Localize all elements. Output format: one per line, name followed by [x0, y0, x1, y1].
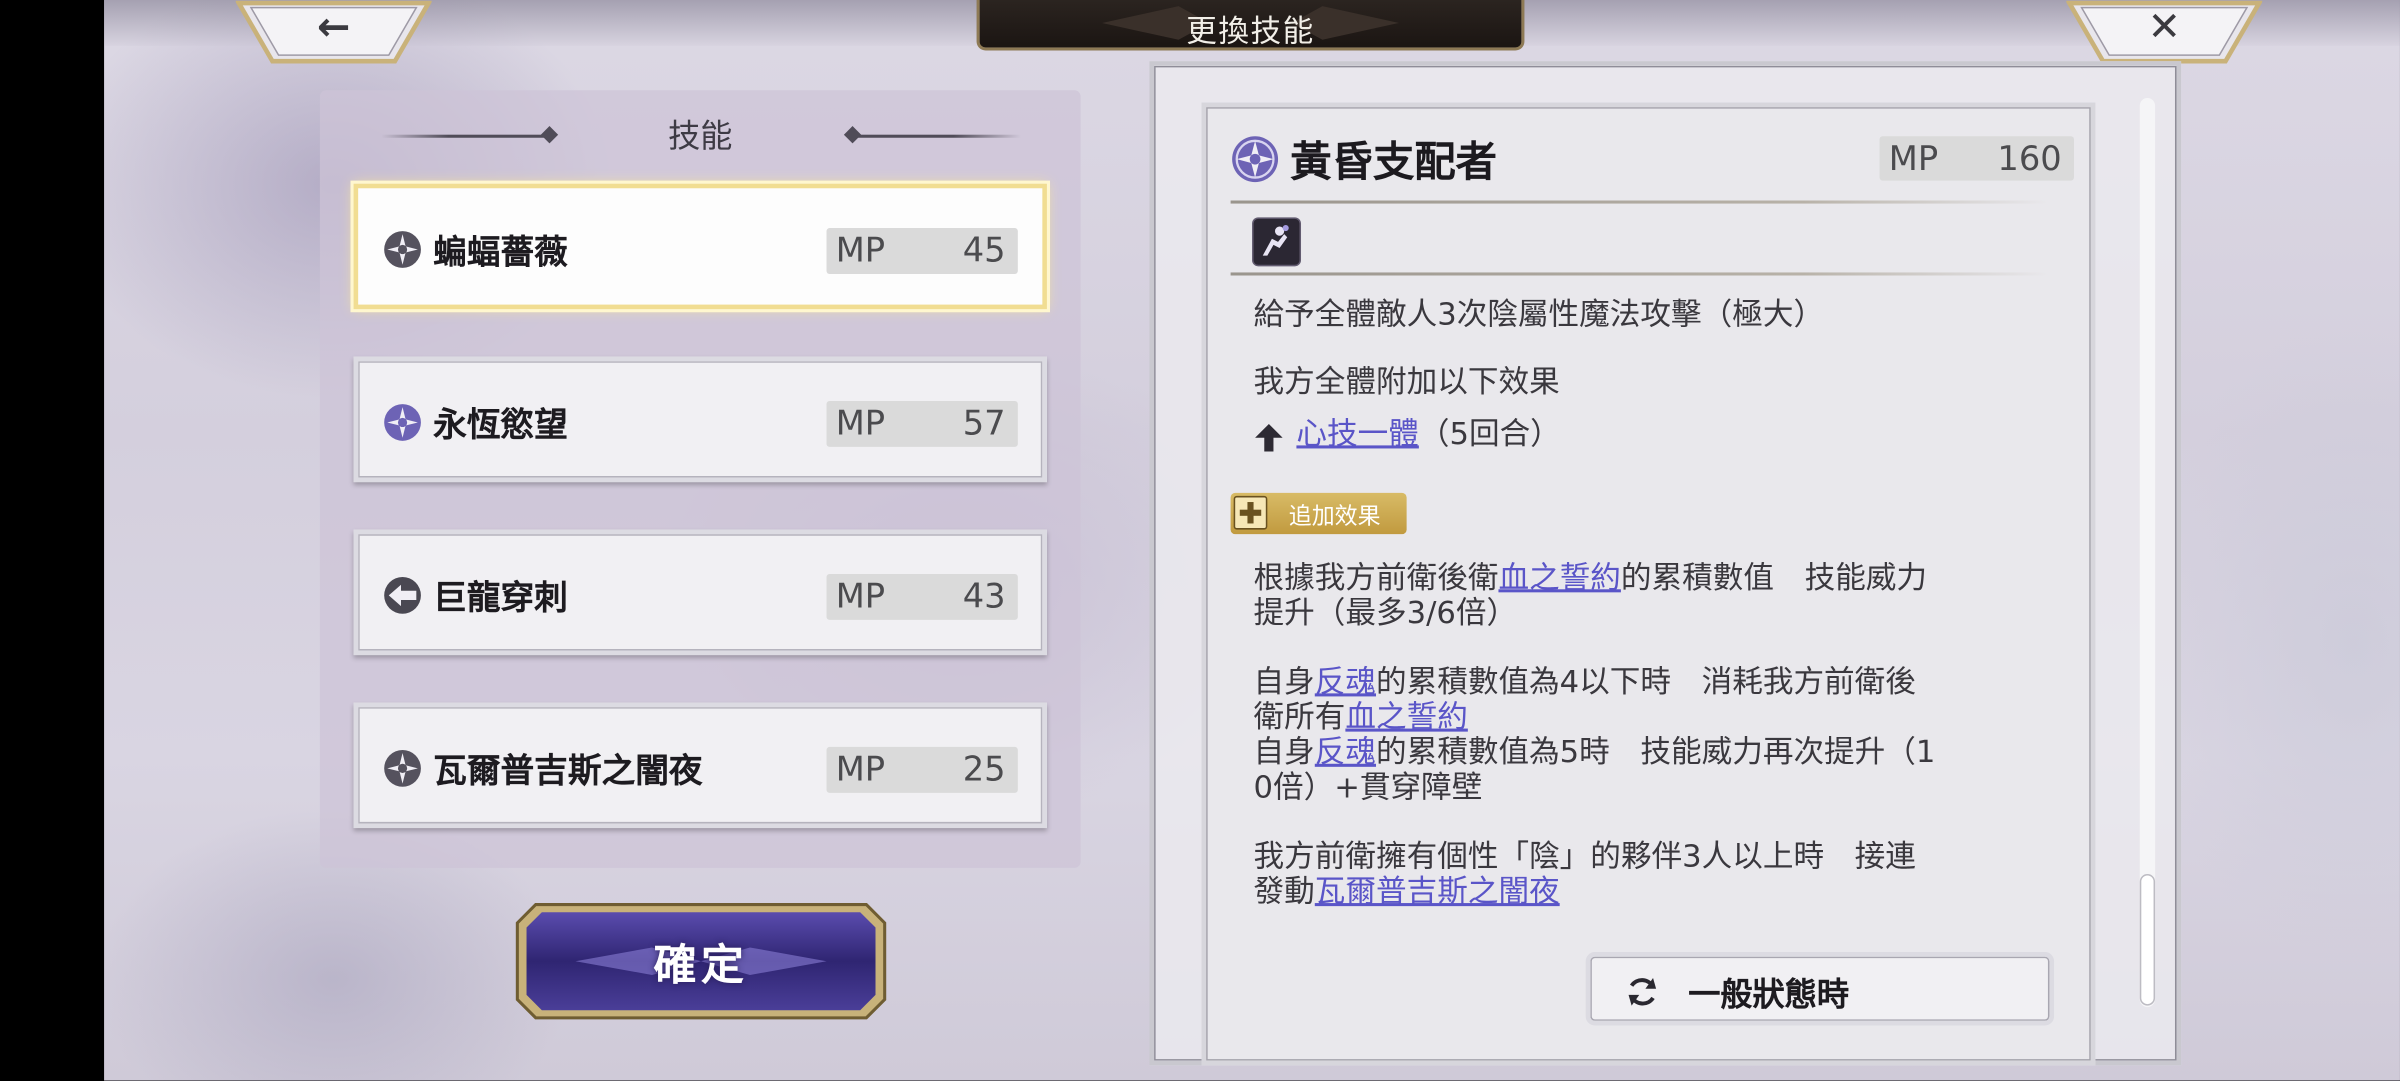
skill-name: 巨龍穿刺: [433, 578, 568, 619]
game-screen: ← 更換技能 ✕ 技能 蝙蝠薔薇 MP 45 永恆慾望 MP 57 巨龍穿刺 M…: [0, 0, 2400, 1081]
buff-duration: （5回合）: [1418, 414, 1561, 452]
page-title-plate: 更換技能: [976, 0, 1525, 51]
plus-icon: [1233, 495, 1268, 530]
bonus-effect-badge: 追加效果: [1230, 492, 1407, 535]
skill-list-panel: 技能 蝙蝠薔薇 MP 45 永恆慾望 MP 57 巨龍穿刺 MP 43 瓦爾普吉…: [319, 90, 1081, 868]
magic-attack-glyph: [1262, 224, 1289, 256]
mp-label: MP: [835, 405, 886, 444]
normal-state-label: 一般狀態時: [1688, 974, 1849, 1014]
skill-item-1[interactable]: 永恆慾望 MP 57: [353, 356, 1047, 483]
effect-paragraph-4: 我方前衛擁有個性「陰」的夥伴3人以上時 接連: [1253, 837, 1916, 874]
shadow-element-icon: [384, 231, 421, 268]
detail-scrollbar-track[interactable]: [2139, 97, 2156, 1008]
skill-name: 蝙蝠薔薇: [433, 232, 568, 273]
soul-return-link[interactable]: 反魂: [1315, 733, 1376, 770]
mp-label: MP: [835, 578, 886, 617]
mp-value: 25: [962, 751, 1006, 790]
detail-desc-line: 我方全體附加以下效果: [1253, 362, 1560, 400]
skill-item-0[interactable]: 蝙蝠薔薇 MP 45: [353, 183, 1047, 310]
mp-cost: MP 25: [826, 746, 1018, 793]
effect-paragraph-3-cont: 0倍）+貫穿障壁: [1253, 768, 1483, 806]
bonus-effect-label: 追加效果: [1288, 502, 1381, 530]
shadow-element-icon: [1232, 136, 1279, 183]
mp-cost: MP 57: [826, 401, 1018, 447]
text-segment: 的累積數值 技能威力: [1620, 558, 1928, 596]
close-icon: ✕: [2147, 4, 2181, 51]
effect-paragraph-3: 自身反魂的累積數值為5時 技能威力再次提升（1: [1253, 733, 1936, 770]
confirm-button-label: 確定: [653, 939, 749, 991]
text-segment: 自身: [1253, 662, 1315, 700]
back-arrow-icon: ←: [316, 4, 351, 51]
skill-list-header: 技能: [320, 112, 1081, 161]
blood-oath-link[interactable]: 血之誓約: [1498, 559, 1620, 596]
mp-value: 43: [962, 578, 1006, 617]
detail-skill-name: 黃昏支配者: [1290, 139, 1497, 187]
mp-label: MP: [835, 751, 886, 790]
skill-name: 永恆慾望: [433, 405, 568, 446]
text-segment: 的累積數值為4以下時 消耗我方前衛後: [1376, 662, 1916, 700]
shadow-element-icon: [384, 404, 421, 441]
divider: [1230, 272, 2048, 276]
blood-oath-link[interactable]: 血之誓約: [1345, 698, 1467, 735]
buff-link[interactable]: 心技一體: [1296, 415, 1418, 452]
effect-paragraph-4-cont: 發動瓦爾普吉斯之闇夜: [1253, 872, 1560, 910]
text-segment: 衛所有: [1253, 697, 1346, 735]
header-ornament-right: [852, 134, 1021, 138]
effect-paragraph-2-cont: 衛所有血之誓約: [1254, 699, 1468, 734]
back-button[interactable]: ←: [235, 0, 432, 64]
refresh-icon: [1628, 978, 1657, 1006]
buff-line: 心技一體（5回合）: [1296, 416, 1560, 451]
skill-name: 瓦爾普吉斯之闇夜: [433, 751, 703, 792]
mp-value: 160: [1997, 140, 2062, 180]
confirm-button[interactable]: 確定: [514, 902, 887, 1021]
plus-glyph: [1239, 502, 1262, 524]
text-segment: 發動: [1253, 872, 1315, 910]
detail-mp-cost: MP 160: [1879, 136, 2074, 181]
normal-state-toggle-button[interactable]: 一般狀態時: [1585, 952, 2055, 1026]
page-title: 更換技能: [1186, 12, 1315, 49]
pierce-element-icon: [384, 577, 421, 614]
detail-scrollbar-thumb[interactable]: [2139, 873, 2156, 1006]
shadow-element-icon: [384, 749, 421, 787]
soul-return-link[interactable]: 反魂: [1315, 663, 1376, 700]
detail-desc-line: 給予全體敵人3次陰屬性魔法攻擊（極大）: [1253, 295, 1825, 333]
mp-label: MP: [1888, 140, 1939, 180]
mp-value: 45: [962, 232, 1006, 271]
effect-paragraph-1: 根據我方前衛後衛血之誓約的累積數值 技能威力: [1253, 558, 1928, 596]
mp-cost: MP 45: [826, 228, 1018, 274]
mp-cost: MP 43: [826, 573, 1018, 620]
text-segment: 自身: [1253, 733, 1315, 770]
up-arrow-icon: [1255, 423, 1283, 452]
effect-paragraph-2: 自身反魂的累積數值為4以下時 消耗我方前衛後: [1254, 664, 1916, 699]
mp-value: 57: [962, 405, 1006, 444]
effect-paragraph-1-cont: 提升（最多3/6倍）: [1253, 593, 1518, 631]
skill-item-2[interactable]: 巨龍穿刺 MP 43: [353, 529, 1047, 656]
text-segment: 根據我方前衛後衛: [1253, 558, 1499, 596]
skill-item-3[interactable]: 瓦爾普吉斯之闇夜 MP 25: [353, 702, 1047, 829]
divider: [1230, 200, 2048, 204]
close-button[interactable]: ✕: [2066, 0, 2263, 64]
walpurgis-night-link[interactable]: 瓦爾普吉斯之闇夜: [1315, 872, 1560, 909]
magic-attack-type-icon: [1252, 217, 1302, 267]
mp-label: MP: [835, 232, 886, 271]
text-segment: 的累積數值為5時 技能威力再次提升（1: [1376, 733, 1936, 770]
